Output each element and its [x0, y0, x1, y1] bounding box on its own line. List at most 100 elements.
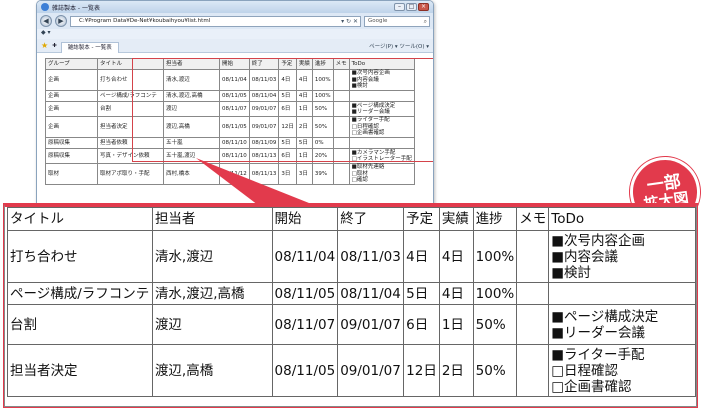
cell-progress: 50% [472, 344, 518, 397]
refresh-icon[interactable]: ▾ ↻ ✕ [341, 17, 358, 26]
cell-group: 原稿収集 [45, 137, 98, 149]
cell-memo [516, 344, 550, 397]
col-header-start: 開始 [219, 58, 250, 70]
col-header-progress: 進捗 [472, 207, 518, 231]
add-favorites-icon[interactable]: ✚ [52, 43, 57, 49]
cell-todo [548, 282, 696, 305]
cell-start: 08/11/07 [271, 304, 339, 345]
cell-end: 09/01/07 [337, 304, 405, 345]
todo-item: ■ライター手配 [551, 346, 645, 363]
cell-todo [348, 137, 415, 149]
maximize-button[interactable]: □ [406, 3, 417, 11]
cell-end: 08/11/13 [248, 163, 280, 185]
col-header-progress: 進捗 [311, 58, 334, 70]
cell-owner: 渡辺,高橋 [163, 116, 220, 138]
cell-start: 08/11/12 [219, 163, 250, 185]
cell-plan: 12日 [403, 344, 440, 397]
schedule-table-zoomed: タイトル 担当者 開始 終了 予定 実績 進捗 メモ ToDo 打ち合わせ 清水,… [7, 207, 696, 397]
cell-end: 08/11/13 [248, 148, 280, 164]
close-button[interactable]: × [418, 3, 429, 11]
cell-title: 台割 [97, 101, 164, 117]
cell-title: 担当者依頼 [97, 137, 164, 149]
address-text: C:¥Program Data¥De-Net¥koubaihyou¥list.h… [79, 17, 211, 24]
cell-plan: 6日 [278, 148, 297, 164]
col-header-title: タイトル [7, 207, 153, 231]
tab-row: ★ ✚ 雑誌製本 - 一覧表 ページ(P) ▾ ツール(O) ▾ [37, 39, 433, 53]
cell-memo [332, 137, 350, 149]
page-tools-menu[interactable]: ページ(P) ▾ ツール(O) ▾ [369, 42, 429, 50]
address-bar[interactable]: C:¥Program Data¥De-Net¥koubaihyou¥list.h… [70, 15, 361, 27]
favorites-star-icon[interactable]: ★ [41, 41, 48, 50]
col-header-actual: 実績 [438, 207, 474, 231]
cell-plan: 5日 [278, 90, 297, 102]
browser-window: 雑誌製本 - 一覧表 – □ × ◀ ▶ C:¥Program Data¥De-… [36, 0, 434, 212]
col-header-plan: 予定 [278, 58, 297, 70]
cell-progress: 50% [472, 304, 518, 345]
cell-actual: 2日 [438, 344, 474, 397]
cell-todo: ■次号内容企画 ■内容会議 ■検討 [548, 230, 696, 283]
todo-item: ■次号内容企画 [551, 232, 646, 249]
col-header-memo: メモ [516, 207, 550, 231]
cell-memo [516, 282, 550, 305]
todo-item: □企画書確認 [351, 130, 385, 137]
cell-title: 取材アポ取り・手配 [97, 163, 164, 185]
col-header-todo: ToDo [548, 207, 696, 231]
window-titlebar: 雑誌製本 - 一覧表 – □ × [37, 1, 433, 13]
favorites-bar-icon[interactable]: ◆ ▾ [41, 29, 51, 36]
todo-item: ■リーダー会議 [551, 324, 646, 341]
col-header-todo: ToDo [348, 58, 415, 70]
cell-title: ページ構成/ラフコンテ [97, 90, 164, 102]
cell-owner: 西村,橋本 [163, 163, 220, 185]
forward-arrow-icon[interactable]: ▶ [55, 15, 67, 27]
col-header-start: 開始 [271, 207, 339, 231]
search-icon[interactable]: ⌕ [424, 17, 427, 26]
cell-start: 08/11/05 [219, 116, 250, 138]
table-row: 企画 担当者決定 渡辺,高橋 08/11/05 09/01/07 12日 2日 50% ■ライタ… [45, 116, 415, 138]
cell-actual: 4日 [438, 230, 474, 283]
cell-end: 08/11/09 [248, 137, 280, 149]
table-row: 企画 打ち合わせ 清水,渡辺 08/11/04 08/11/03 4日 4日 100% ■次号内… [45, 69, 415, 91]
tab-list[interactable]: 雑誌製本 - 一覧表 [60, 41, 119, 53]
cell-end: 08/11/03 [337, 230, 405, 283]
cell-progress: 20% [311, 148, 334, 164]
cell-actual: 4日 [295, 69, 313, 91]
cell-progress: 100% [472, 282, 518, 305]
schedule-table-small: グループ タイトル 担当者 開始 終了 予定 実績 進捗 メモ ToDo 企画打… [45, 58, 415, 185]
cell-memo [332, 116, 350, 138]
todo-item: ■検討 [351, 83, 368, 90]
table-row: 原稿収集 写真・デザイン依頼 五十嵐,渡辺 08/11/10 08/11/13 6日 1日 2… [45, 148, 415, 164]
back-arrow-icon[interactable]: ◀ [40, 15, 52, 27]
cell-memo [332, 148, 350, 164]
cell-todo: ■次号内容企画 ■内容会議 ■検討 [348, 69, 415, 91]
todo-item: □イラストレーター手配 [351, 156, 412, 162]
col-header-end: 終了 [248, 58, 280, 70]
cell-actual: 1日 [295, 101, 313, 117]
table-row: 取材 取材アポ取り・手配 西村,橋本 08/11/12 08/11/13 3日 3日 39% ■… [45, 163, 415, 185]
cell-group: 企画 [45, 116, 98, 138]
cell-title: 担当者決定 [7, 344, 153, 397]
cell-actual: 1日 [295, 148, 313, 164]
ie-logo-icon [41, 3, 49, 11]
col-header-end: 終了 [337, 207, 405, 231]
todo-item: ■ページ構成決定 [551, 308, 659, 325]
cell-plan: 3日 [278, 163, 297, 185]
cell-end: 08/11/03 [248, 69, 280, 91]
zoomed-table-body: 打ち合わせ 清水,渡辺 08/11/04 08/11/03 4日 4日 100% ■次号内容企… [7, 230, 696, 397]
cell-actual: 1日 [438, 304, 474, 345]
cell-owner: 五十嵐 [163, 137, 220, 149]
todo-item: □企画書確認 [551, 378, 632, 395]
cell-actual: 4日 [438, 282, 474, 305]
cell-end: 09/01/07 [248, 116, 280, 138]
search-box[interactable]: Google ⌕ [364, 15, 430, 27]
minimize-button[interactable]: – [394, 3, 405, 11]
cell-progress: 100% [311, 90, 334, 102]
address-row: ◀ ▶ C:¥Program Data¥De-Net¥koubaihyou¥li… [37, 13, 433, 29]
cell-start: 08/11/07 [219, 101, 250, 117]
cell-plan: 6日 [278, 101, 297, 117]
toolbar-row: ◆ ▾ [37, 29, 433, 39]
cell-memo [332, 163, 350, 185]
cell-end: 09/01/07 [337, 344, 405, 397]
cell-end: 08/11/04 [337, 282, 405, 305]
col-header-plan: 予定 [403, 207, 440, 231]
cell-todo: ■ライター手配 □日程確認 □企画書確認 [548, 344, 696, 397]
